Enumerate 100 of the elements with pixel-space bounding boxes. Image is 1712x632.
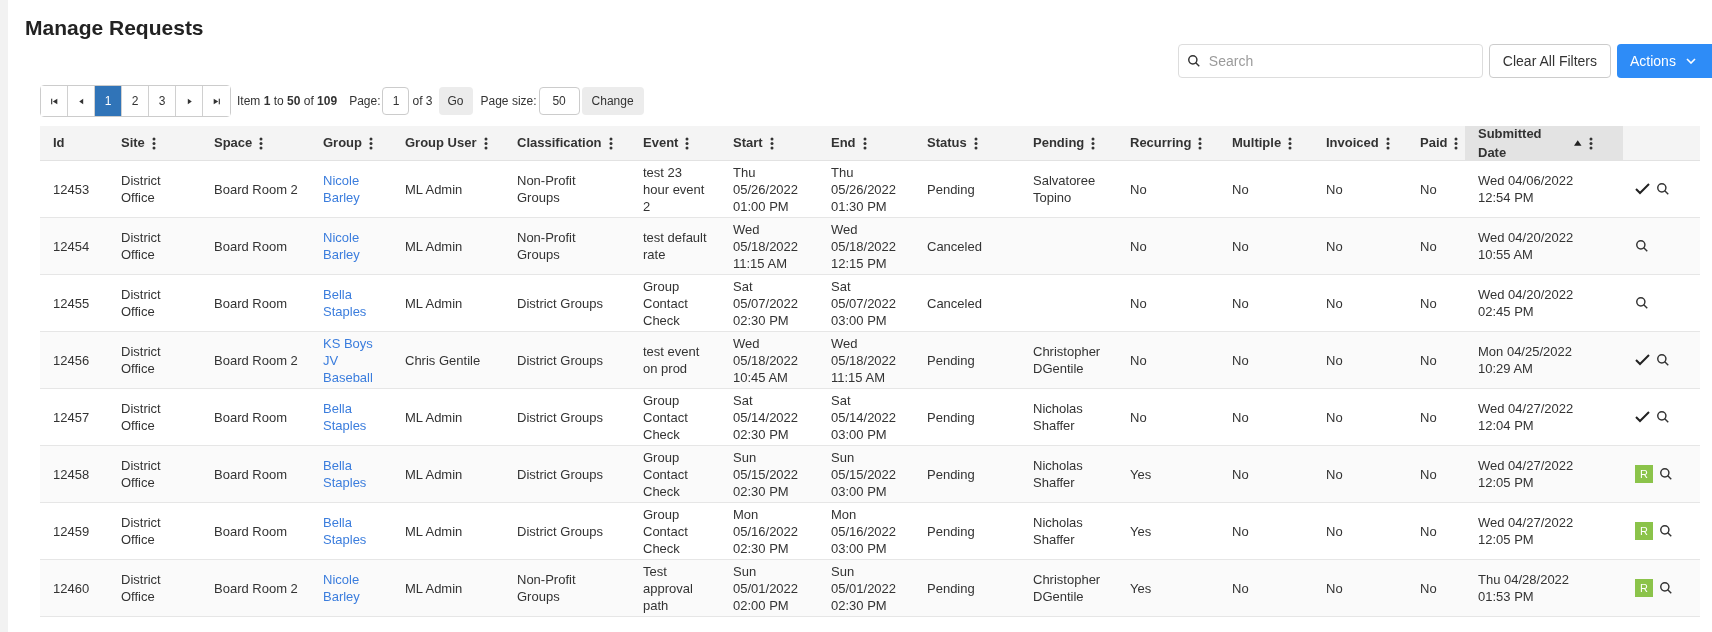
column-header[interactable]: Group User xyxy=(405,133,477,153)
menu-dots-icon[interactable] xyxy=(1589,136,1593,150)
group-link[interactable]: Bella Staples xyxy=(323,514,380,548)
column-header[interactable]: Space xyxy=(214,133,253,153)
menu-dots-icon[interactable] xyxy=(483,136,488,150)
magnifier-icon[interactable] xyxy=(1659,467,1673,481)
table-cell: 12460 xyxy=(53,580,90,596)
menu-dots-icon[interactable] xyxy=(769,136,774,150)
clear-filters-button[interactable]: Clear All Filters xyxy=(1488,44,1611,78)
change-button[interactable]: Change xyxy=(581,87,644,115)
table-cell: No xyxy=(1326,466,1343,482)
table-cell: Board Room xyxy=(214,295,287,311)
group-link[interactable]: Bella Staples xyxy=(323,400,380,434)
table-cell: Board Room xyxy=(214,523,287,539)
table-cell: ML Admin xyxy=(405,523,463,539)
menu-dots-icon[interactable] xyxy=(259,136,264,150)
column-header[interactable]: Site xyxy=(121,133,145,153)
column-header[interactable]: Paid xyxy=(1420,133,1448,153)
menu-dots-icon[interactable] xyxy=(369,136,373,150)
column-header[interactable]: Id xyxy=(53,133,65,153)
column-header[interactable]: End xyxy=(831,133,856,153)
group-link[interactable]: Nicole Barley xyxy=(323,172,380,206)
page-input[interactable]: 1 xyxy=(382,87,410,115)
table-cell: Wed 04/20/2022 10:55 AM xyxy=(1478,230,1574,262)
menu-dots-icon[interactable] xyxy=(151,136,156,150)
group-link[interactable]: KS Boys JV Baseball xyxy=(323,334,380,386)
page-button[interactable]: 1 xyxy=(95,86,122,116)
column-header[interactable]: Pending xyxy=(1033,133,1085,153)
table-cell: Mon 05/16/2022 03:00 PM xyxy=(831,506,897,556)
menu-dots-icon[interactable] xyxy=(1385,136,1390,150)
table-cell: No xyxy=(1420,580,1437,596)
magnifier-icon[interactable] xyxy=(1656,353,1670,367)
table-cell: No xyxy=(1326,352,1343,368)
table-cell: 12454 xyxy=(53,238,90,254)
table-cell: Board Room 2 xyxy=(214,181,298,197)
table-cell: Wed 05/18/2022 11:15 AM xyxy=(831,335,897,385)
table-cell: No xyxy=(1130,295,1147,311)
table-cell: Canceled xyxy=(927,238,982,254)
table-cell: No xyxy=(1420,295,1437,311)
magnifier-icon[interactable] xyxy=(1659,524,1673,538)
group-link[interactable]: Bella Staples xyxy=(323,457,380,491)
magnifier-icon[interactable] xyxy=(1656,182,1670,196)
table-cell: Non-Profit Groups xyxy=(517,572,576,604)
menu-dots-icon[interactable] xyxy=(973,136,978,150)
magnifier-icon[interactable] xyxy=(1635,239,1649,253)
group-link[interactable]: Nicole Barley xyxy=(323,571,380,605)
menu-dots-icon[interactable] xyxy=(1454,136,1459,150)
first-page-icon xyxy=(49,96,59,106)
magnifier-icon[interactable] xyxy=(1656,410,1670,424)
table-cell: Board Room xyxy=(214,466,287,482)
first-page-button[interactable] xyxy=(41,86,68,116)
column-header[interactable]: Group xyxy=(323,133,362,153)
column-header[interactable]: Start xyxy=(733,133,763,153)
table-cell: No xyxy=(1326,523,1343,539)
table-cell: Yes xyxy=(1130,466,1152,482)
column-header[interactable]: Event xyxy=(643,133,679,153)
magnifier-icon[interactable] xyxy=(1635,296,1649,310)
table-cell: Thu 04/28/2022 01:53 PM xyxy=(1478,572,1570,604)
checkmark-icon[interactable] xyxy=(1635,411,1650,423)
group-link[interactable]: Nicole Barley xyxy=(323,229,380,263)
menu-dots-icon[interactable] xyxy=(608,136,613,150)
search-field[interactable]: Search xyxy=(1177,44,1483,78)
table-cell: Wed 05/18/2022 10:45 AM xyxy=(733,335,799,385)
menu-dots-icon[interactable] xyxy=(1091,136,1096,150)
page-size-label: Page size: xyxy=(480,93,537,110)
table-cell: No xyxy=(1130,181,1147,197)
column-header[interactable]: Classification xyxy=(517,133,602,153)
page-size-input[interactable]: 50 xyxy=(538,87,580,115)
column-header[interactable]: Multiple xyxy=(1232,133,1282,153)
table-cell: No xyxy=(1326,295,1343,311)
table-cell: No xyxy=(1232,352,1249,368)
magnifier-icon[interactable] xyxy=(1659,581,1673,595)
column-header[interactable]: Recurring xyxy=(1130,133,1192,153)
menu-dots-icon[interactable] xyxy=(862,136,867,150)
menu-dots-icon[interactable] xyxy=(685,136,690,150)
table-cell: Board Room xyxy=(214,409,287,425)
table-cell: ML Admin xyxy=(405,181,463,197)
column-header[interactable]: Invoiced xyxy=(1326,133,1379,153)
menu-dots-icon[interactable] xyxy=(1198,136,1203,150)
sort-ascending-icon[interactable] xyxy=(1574,140,1582,146)
table-cell: Nicholas Shaffer xyxy=(1033,401,1083,433)
last-page-icon xyxy=(212,96,221,106)
table-cell: No xyxy=(1420,466,1437,482)
page-count-text: of 3 xyxy=(412,93,433,110)
page-title: Manage Requests xyxy=(25,15,205,41)
checkmark-icon[interactable] xyxy=(1635,354,1650,366)
table-cell: Wed 04/27/2022 12:05 PM xyxy=(1478,515,1574,547)
table-cell: Group Contact Check xyxy=(643,449,688,499)
table-cell: test default rate xyxy=(643,230,707,262)
table-cell: Sat 05/14/2022 03:00 PM xyxy=(831,392,897,442)
go-button[interactable]: Go xyxy=(438,87,473,115)
table-cell: District Office xyxy=(121,230,161,262)
checkmark-icon[interactable] xyxy=(1635,183,1650,195)
table-cell: Nicholas Shaffer xyxy=(1033,515,1083,547)
previous-page-icon xyxy=(76,96,86,106)
table-cell: Group Contact Check xyxy=(643,506,688,556)
column-header[interactable]: Submitted Date xyxy=(1478,123,1568,163)
group-link[interactable]: Bella Staples xyxy=(323,286,380,320)
menu-dots-icon[interactable] xyxy=(1288,136,1293,150)
column-header[interactable]: Status xyxy=(927,133,967,153)
